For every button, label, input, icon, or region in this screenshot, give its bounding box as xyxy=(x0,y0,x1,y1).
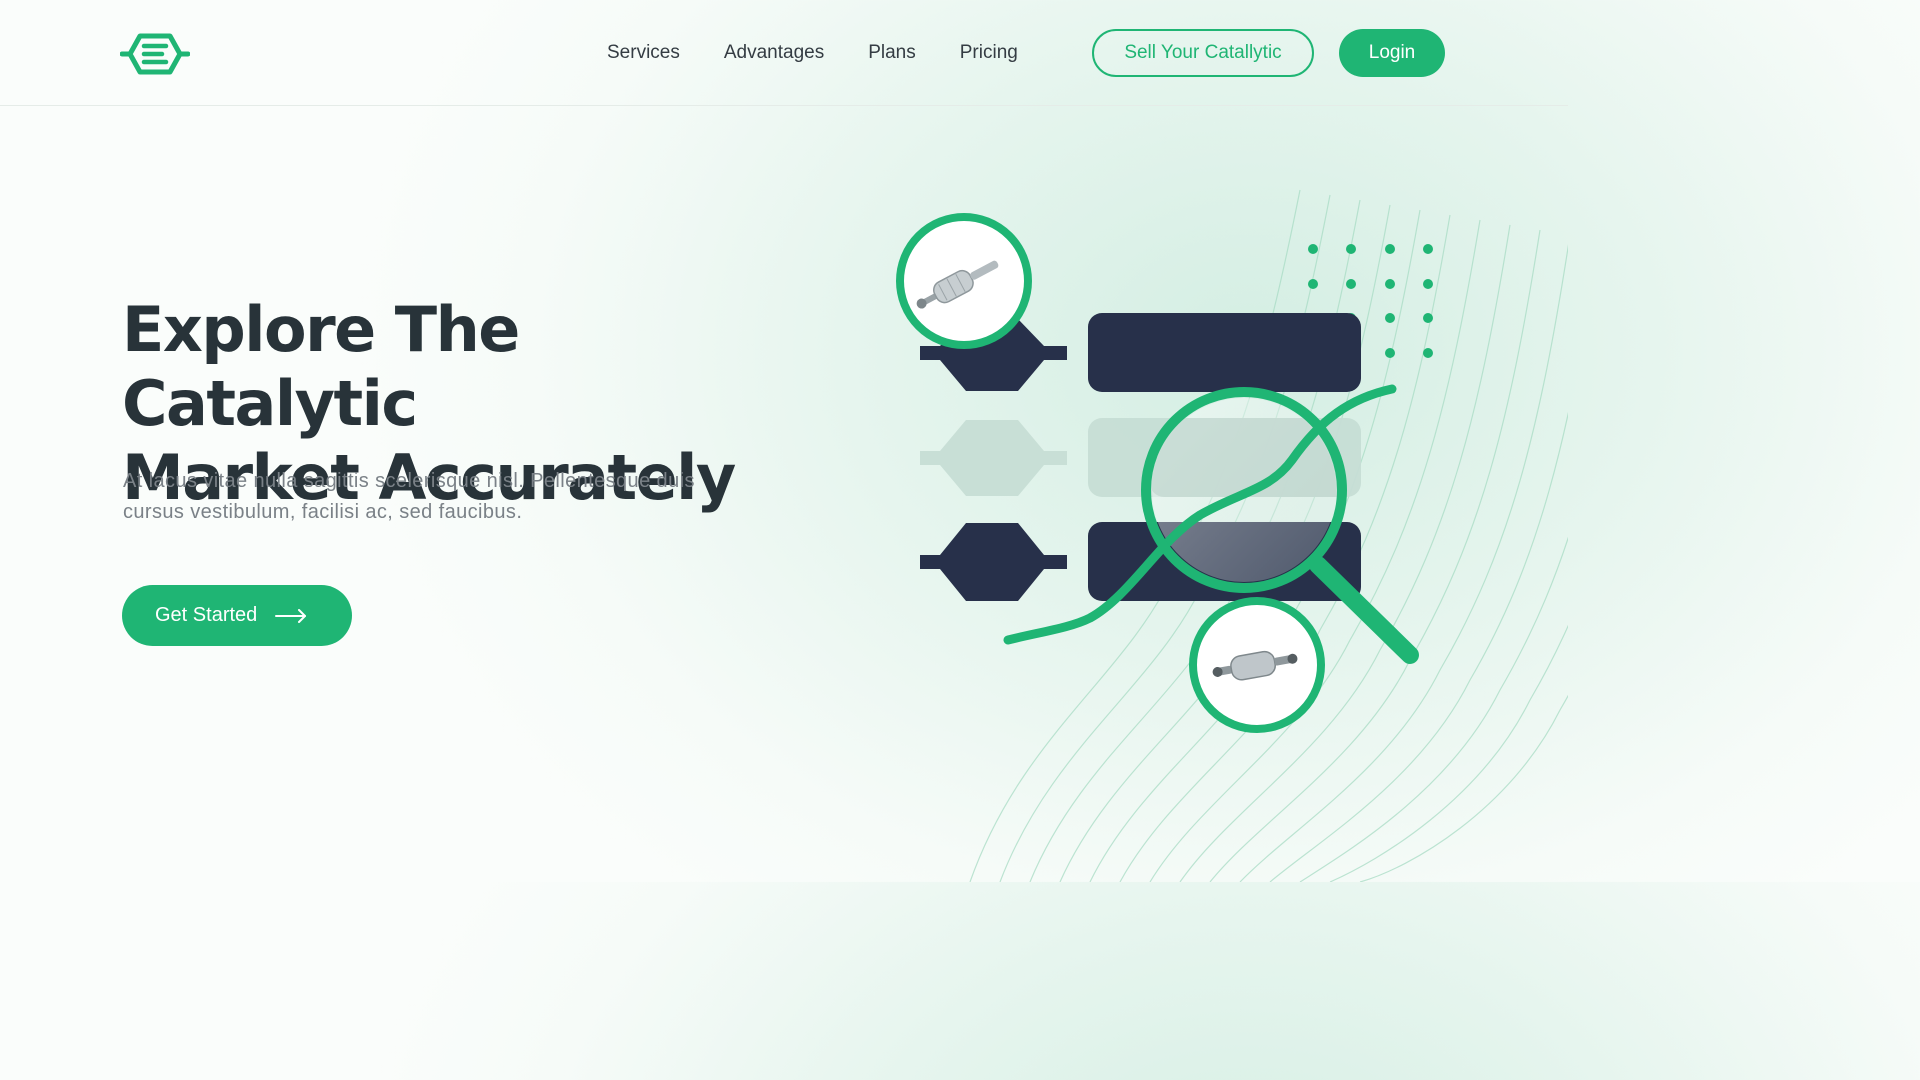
catalytic-converter-logo[interactable] xyxy=(120,28,190,78)
hero-illustration xyxy=(896,213,1433,733)
converter-shape-2 xyxy=(920,420,1067,496)
get-started-button[interactable]: Get Started xyxy=(122,585,352,646)
nav-services[interactable]: Services xyxy=(607,42,680,64)
main-nav: Services Advantages Plans Pricing xyxy=(585,0,1040,105)
nav-pricing[interactable]: Pricing xyxy=(960,42,1018,64)
sell-catalytic-button[interactable]: Sell Your Catallytic xyxy=(1092,29,1314,77)
hero-subtitle: At lacus vitae nulla sagittis scelerisqu… xyxy=(123,466,793,528)
arrow-right-icon xyxy=(275,608,307,623)
get-started-label: Get Started xyxy=(155,604,258,626)
nav-advantages[interactable]: Advantages xyxy=(724,42,824,64)
site-header: Services Advantages Plans Pricing Sell Y… xyxy=(0,0,1568,106)
bar-1 xyxy=(1088,313,1361,392)
catalytic-converter-photo xyxy=(1189,597,1325,733)
converter-shape-3 xyxy=(920,523,1067,601)
hero-title-line-1: Explore The Catalytic xyxy=(122,293,520,440)
hero-subtitle-line-2: cursus vestibulum, facilisi ac, sed fauc… xyxy=(123,501,523,523)
login-button[interactable]: Login xyxy=(1339,29,1445,77)
hero-subtitle-line-1: At lacus vitae nulla sagittis scelerisqu… xyxy=(123,470,695,492)
nav-plans[interactable]: Plans xyxy=(868,42,916,64)
catalytic-converter-photo xyxy=(896,213,1032,349)
